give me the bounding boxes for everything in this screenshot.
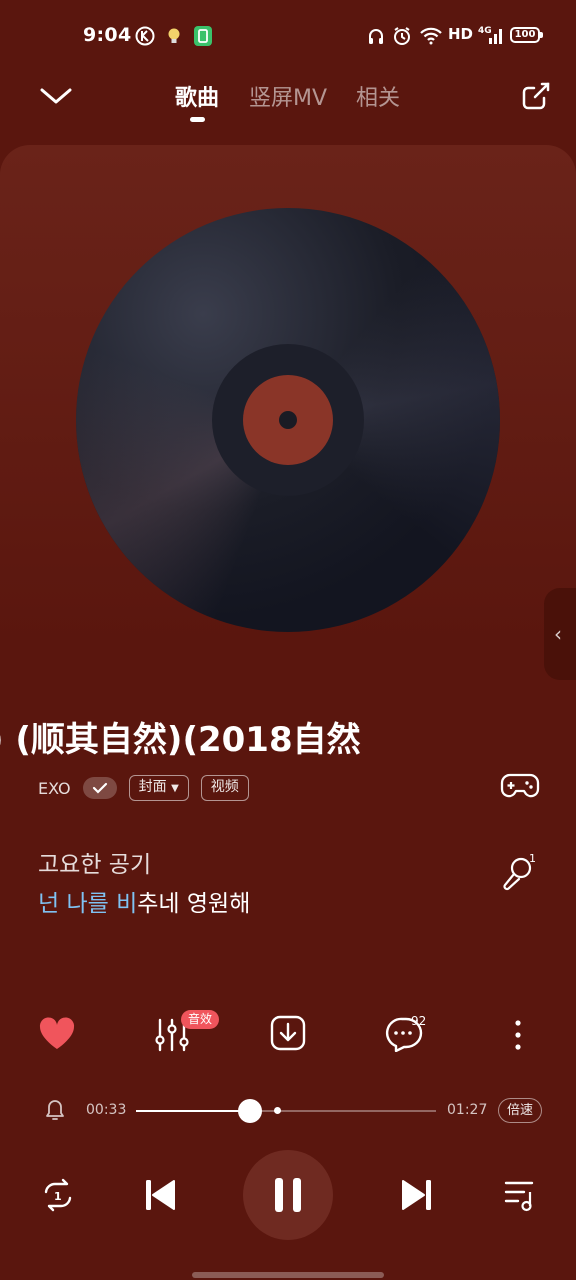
check-icon — [92, 782, 107, 794]
heart-icon[interactable] — [37, 1014, 77, 1052]
video-button[interactable]: 视频 — [200, 775, 249, 801]
comment-count: 92 — [411, 1014, 427, 1028]
tab-indicator — [190, 117, 205, 122]
progress-knob[interactable] — [238, 1099, 262, 1123]
playlist-icon[interactable] — [503, 1178, 537, 1212]
progress-track[interactable] — [136, 1110, 436, 1112]
bulb-icon — [168, 28, 180, 43]
total-time: 01:27 — [447, 1102, 488, 1118]
lyric-sung-part: 넌 나를 비 — [38, 891, 138, 917]
gamepad-icon[interactable] — [500, 769, 540, 803]
previous-icon[interactable] — [144, 1178, 176, 1212]
artist-name[interactable]: EXO — [38, 779, 71, 798]
lyric-unsung-part: 추네 영원해 — [137, 891, 251, 917]
alarm-icon — [394, 27, 410, 45]
progress-fill — [136, 1110, 250, 1112]
lyric-line-previous[interactable]: 고요한 공기 — [38, 845, 151, 879]
home-indicator — [192, 1272, 384, 1278]
signal-icon — [489, 29, 502, 44]
k-app-icon — [135, 26, 155, 46]
cover-label: 封面 — [138, 779, 167, 795]
svg-text:1: 1 — [529, 852, 536, 865]
battery-indicator: 100 — [510, 27, 543, 43]
caret-down-icon: ▼ — [171, 783, 179, 794]
song-meta: EXO 封面 ▼ 视频 — [38, 773, 261, 803]
buffer-dot — [274, 1107, 281, 1114]
effects-badge: 音效 — [181, 1010, 220, 1029]
karaoke-mic-icon[interactable]: 1 — [500, 852, 540, 894]
disc-hole — [279, 411, 297, 429]
progress-row: 00:33 01:27 倍速 — [0, 1092, 576, 1128]
svg-text:1: 1 — [54, 1190, 62, 1203]
vinyl-disc[interactable] — [76, 208, 500, 632]
chevron-down-icon[interactable] — [40, 86, 72, 106]
headphones-icon — [369, 29, 383, 44]
tab-song[interactable]: 歌曲 — [175, 80, 219, 112]
wifi-icon — [420, 27, 442, 45]
side-panel-handle[interactable]: ‹ — [544, 588, 576, 680]
play-pause-button[interactable] — [243, 1150, 333, 1240]
speed-button[interactable]: 倍速 — [498, 1098, 543, 1123]
lyric-line-current[interactable]: 넌 나를 비추네 영원해 — [38, 884, 250, 918]
network-label: HD — [448, 25, 474, 43]
bell-icon[interactable] — [44, 1098, 66, 1122]
download-icon[interactable] — [270, 1015, 306, 1051]
battery-app-icon — [194, 26, 212, 46]
follow-button[interactable] — [82, 777, 117, 799]
status-time: 9:04 — [83, 24, 132, 46]
more-icon[interactable] — [512, 1019, 524, 1051]
repeat-one-icon[interactable]: 1 — [40, 1178, 76, 1212]
status-bar: 9:04 HD 4G 100 — [0, 0, 576, 72]
tab-vertical-mv[interactable]: 竖屏MV — [249, 80, 327, 112]
elapsed-time: 00:33 — [86, 1102, 127, 1118]
pause-icon — [275, 1178, 301, 1212]
chevron-left-icon: ‹ — [554, 622, 562, 646]
next-icon[interactable] — [401, 1178, 433, 1212]
tab-related[interactable]: 相关 — [356, 80, 400, 112]
share-icon[interactable] — [520, 80, 552, 112]
song-title: ) (顺其自然)(2018自然 — [0, 720, 361, 760]
player-header: 歌曲 竖屏MV 相关 — [0, 72, 576, 132]
cover-button[interactable]: 封面 ▼ — [128, 775, 189, 801]
